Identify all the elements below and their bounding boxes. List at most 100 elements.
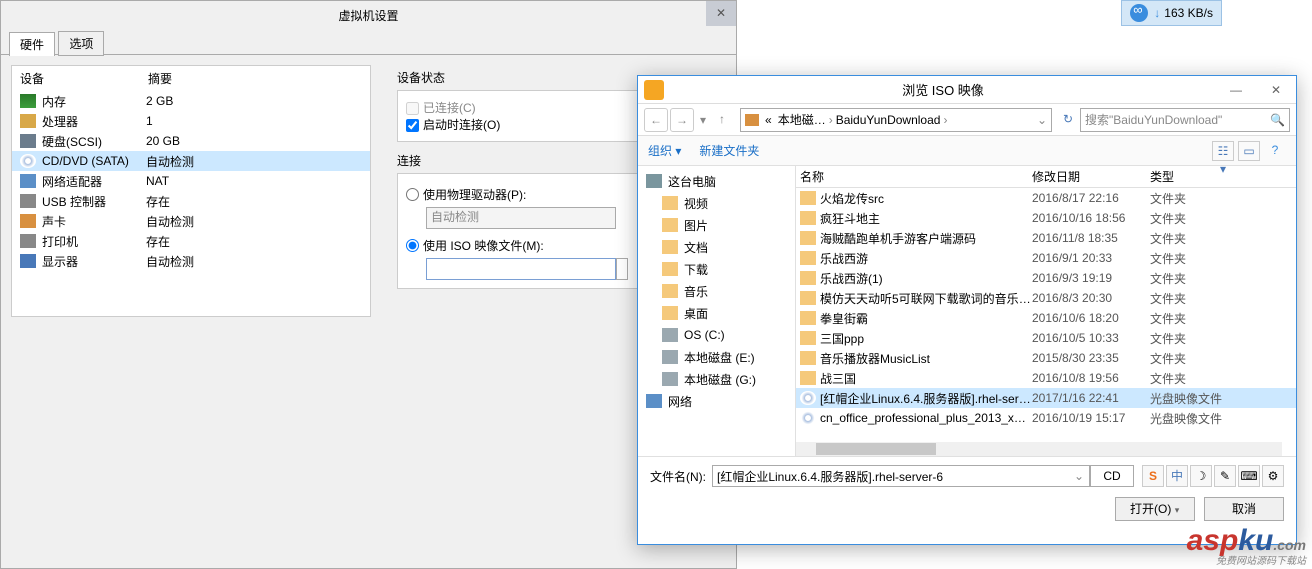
hardware-row[interactable]: 处理器1 [12,111,370,131]
tree-item[interactable]: 本地磁盘 (G:) [638,368,795,390]
history-dropdown[interactable]: ▾ [696,113,710,127]
file-row[interactable]: 模仿天天动听5可联网下载歌词的音乐播…2016/8/3 20:30文件夹 [796,288,1296,308]
hardware-row[interactable]: 显示器自动检测 [12,251,370,271]
disc-icon [800,391,816,405]
filetype-filter[interactable]: CD [1090,465,1134,487]
search-icon: 🔍 [1270,113,1285,127]
window-title: 虚拟机设置 [338,9,398,23]
tree-item[interactable]: OS (C:) [638,324,795,346]
fold-icon [662,262,678,276]
hardware-row[interactable]: 内存2 GB [12,91,370,111]
refresh-button[interactable]: ↻ [1056,108,1080,132]
tree-item[interactable]: 这台电脑 [638,170,795,192]
hardware-row[interactable]: 网络适配器NAT [12,171,370,191]
help-button[interactable]: ? [1264,141,1286,161]
file-row[interactable]: 战三国2016/10/8 19:56文件夹 [796,368,1296,388]
physical-drive-radio[interactable] [406,188,419,201]
ime-menu-icon[interactable]: ⚙ [1262,465,1284,487]
file-row[interactable]: 海贼酷跑单机手游客户端源码2016/11/8 18:35文件夹 [796,228,1296,248]
organize-button[interactable]: 组织 ▾ [648,142,681,159]
hardware-row[interactable]: 声卡自动检测 [12,211,370,231]
hardware-list-panel: 设备 摘要 内存2 GB处理器1硬盘(SCSI)20 GBCD/DVD (SAT… [1,55,381,568]
close-button[interactable]: ✕ [706,1,736,26]
ime-icon[interactable]: S [1142,465,1164,487]
file-row[interactable]: 火焰龙传src2016/8/17 22:16文件夹 [796,188,1296,208]
file-row[interactable]: 三国ppp2016/10/5 10:33文件夹 [796,328,1296,348]
speed-value: 163 KB/s [1164,6,1213,20]
connected-checkbox [406,102,419,115]
file-row[interactable]: 音乐播放器MusicList2015/8/30 23:35文件夹 [796,348,1296,368]
hardware-row[interactable]: USB 控制器存在 [12,191,370,211]
folder-icon [800,291,816,305]
tree-item[interactable]: 下载 [638,258,795,280]
folder-icon [800,231,816,245]
folder-icon [800,211,816,225]
ime-keyboard-icon[interactable]: ⌨ [1238,465,1260,487]
open-button[interactable]: 打开(O) ▾ [1115,497,1195,521]
folder-icon [800,311,816,325]
watermark: aspku.com 免费网站源码下载站 [1187,524,1306,567]
address-bar[interactable]: « 本地磁… › BaiduYunDownload › ⌄ [740,108,1052,132]
hardware-row[interactable]: 硬盘(SCSI)20 GB [12,131,370,151]
tab-hardware[interactable]: 硬件 [9,32,55,56]
search-input[interactable]: 搜索"BaiduYunDownload" 🔍 [1080,108,1290,132]
address-dropdown[interactable]: ⌄ [1037,113,1047,127]
tree-item[interactable]: 图片 [638,214,795,236]
back-button[interactable]: ← [644,108,668,132]
fold-icon [662,306,678,320]
tree-item[interactable]: 本地磁盘 (E:) [638,346,795,368]
folder-icon [800,271,816,285]
tree-item[interactable]: 视频 [638,192,795,214]
tree-item[interactable]: 文档 [638,236,795,258]
tab-options[interactable]: 选项 [58,31,104,56]
down-arrow-icon: ↓ [1154,6,1160,20]
tree-item[interactable]: 音乐 [638,280,795,302]
minimize-button[interactable]: — [1216,83,1256,97]
dsk-icon [662,328,678,342]
ime-lang[interactable]: 中 [1166,465,1188,487]
file-row[interactable]: 疯狂斗地主2016/10/16 18:56文件夹 [796,208,1296,228]
file-list: 名称 修改日期 类型 火焰龙传src2016/8/17 22:16文件夹疯狂斗地… [796,166,1296,456]
window-title-bar: 虚拟机设置 ✕ [1,1,736,31]
up-button[interactable]: ↑ [710,108,734,132]
file-row[interactable]: cn_office_professional_plus_2013_x64…201… [796,408,1296,428]
forward-button[interactable]: → [670,108,694,132]
dsk-icon [662,350,678,364]
vm-settings-window: 虚拟机设置 ✕ 硬件 选项 设备 摘要 内存2 GB处理器1硬盘(SCSI)20… [0,0,737,569]
cancel-button[interactable]: 取消 [1204,497,1284,521]
new-folder-button[interactable]: 新建文件夹 [699,142,759,159]
ime-settings-icon[interactable]: ✎ [1214,465,1236,487]
iso-file-radio[interactable] [406,239,419,252]
ime-moon-icon[interactable]: ☽ [1190,465,1212,487]
close-button[interactable]: ✕ [1256,83,1296,97]
horizontal-scrollbar[interactable] [796,442,1282,456]
fold-icon [662,218,678,232]
hardware-header: 设备 摘要 [12,66,370,91]
folder-icon [800,371,816,385]
folder-icon [800,351,816,365]
dsp-icon [20,254,36,268]
file-row[interactable]: 乐战西游(1)2016/9/3 19:19文件夹 [796,268,1296,288]
file-row[interactable]: [红帽企业Linux.6.4.服务器版].rhel-serve…2017/1/1… [796,388,1296,408]
browse-button[interactable] [616,258,628,280]
snd-icon [20,214,36,228]
vmware-icon [644,80,664,100]
tree-item[interactable]: 桌面 [638,302,795,324]
view-button[interactable]: ☷ ▾ [1212,141,1234,161]
tree-item[interactable]: 网络 [638,390,795,412]
file-dialog: 浏览 ISO 映像 — ✕ ← → ▾ ↑ « 本地磁… › BaiduYunD… [637,75,1297,545]
filename-input[interactable] [712,465,1090,487]
mem-icon [20,94,36,108]
hardware-row[interactable]: 打印机存在 [12,231,370,251]
filename-dropdown[interactable]: ⌄ [1074,469,1084,483]
connect-on-start-checkbox[interactable] [406,119,419,132]
file-row[interactable]: 乐战西游2016/9/1 20:33文件夹 [796,248,1296,268]
hardware-row[interactable]: CD/DVD (SATA)自动检测 [12,151,370,171]
file-row[interactable]: 拳皇街霸2016/10/6 18:20文件夹 [796,308,1296,328]
disc-icon [800,411,816,425]
iso-path-combo[interactable] [426,258,616,280]
cd-icon [20,154,36,168]
dialog-title-bar: 浏览 ISO 映像 — ✕ [638,76,1296,104]
preview-button[interactable]: ▭ [1238,141,1260,161]
cloud-icon [1130,4,1148,22]
